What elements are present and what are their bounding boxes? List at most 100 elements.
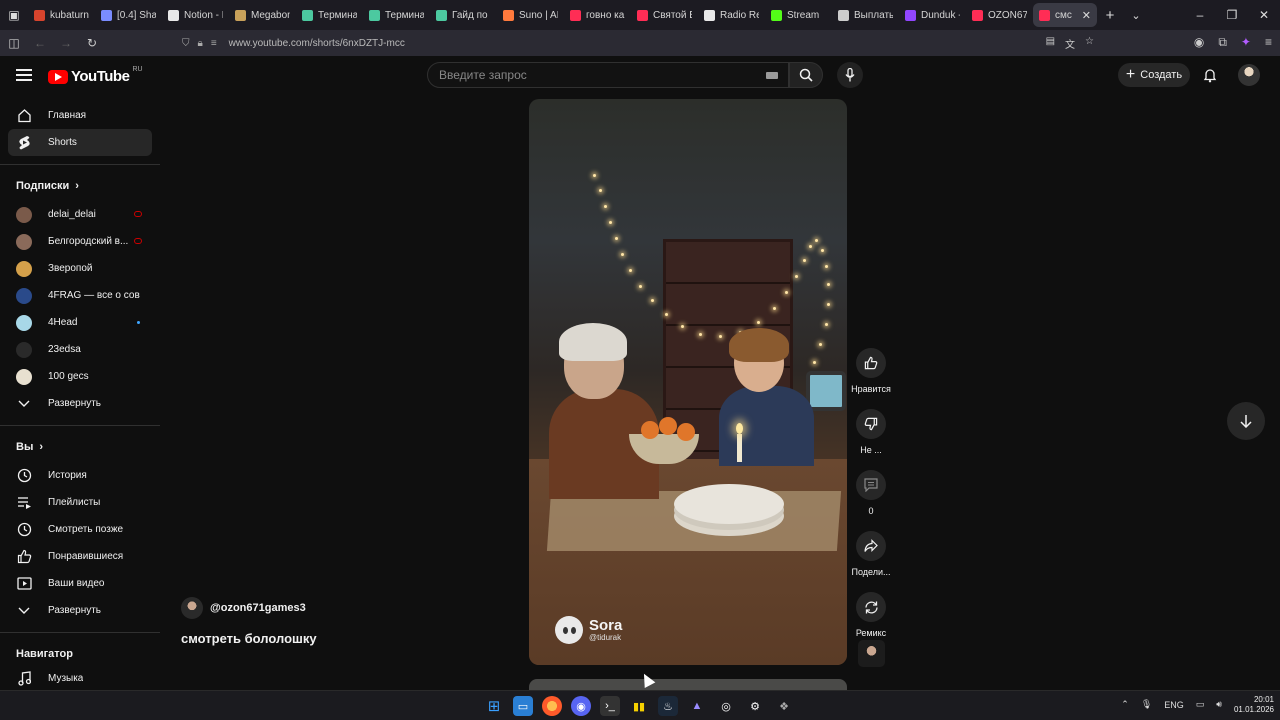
browser-tab[interactable]: Radio Reco: [698, 3, 765, 27]
browser-tab[interactable]: OZON671G: [966, 3, 1033, 27]
browser-tab[interactable]: Suno | AI M: [497, 3, 564, 27]
share-button[interactable]: Подели...: [849, 531, 893, 590]
file-explorer-icon[interactable]: ▭: [513, 696, 533, 716]
account-avatar[interactable]: [1238, 64, 1260, 86]
next-short-button[interactable]: [1227, 402, 1265, 440]
restore-icon[interactable]: ❐: [1216, 0, 1248, 30]
tab-favicon-icon: [369, 9, 380, 21]
discord-icon[interactable]: ◉: [571, 696, 591, 716]
sidebar-toggle-icon[interactable]: ◫: [2, 31, 26, 55]
subscription-item[interactable]: Белгородский в...: [8, 228, 152, 255]
lock-icon[interactable]: 🔒︎: [198, 38, 203, 49]
browser-tab[interactable]: Терминал: [363, 3, 430, 27]
sidebar-item-home[interactable]: Главная: [8, 102, 152, 129]
subscriptions-heading[interactable]: Подписки ›: [0, 171, 160, 201]
short-title[interactable]: смотреть бололошку: [181, 631, 317, 646]
sidebar-item-playlists[interactable]: Плейлисты: [8, 489, 152, 516]
obs-icon[interactable]: ◎: [716, 696, 736, 716]
shield-icon[interactable]: ⛉: [182, 38, 190, 49]
reload-icon[interactable]: ↻: [80, 31, 104, 55]
notifications-bell-icon[interactable]: [1202, 67, 1218, 86]
reader-view-icon[interactable]: ▤: [1046, 36, 1055, 51]
new-tab-button[interactable]: +: [1097, 7, 1123, 24]
steam-icon[interactable]: ♨: [658, 696, 678, 716]
sora-name: Sora: [589, 617, 623, 634]
language-indicator[interactable]: ENG: [1164, 700, 1184, 710]
settings-icon[interactable]: ⚙: [745, 696, 765, 716]
keyboard-icon[interactable]: [766, 72, 778, 79]
browser-tab[interactable]: Гайд по пр: [430, 3, 497, 27]
app-icon[interactable]: ❖: [774, 696, 794, 716]
subscriptions-expand[interactable]: Развернуть: [8, 390, 152, 417]
you-expand[interactable]: Развернуть: [8, 597, 152, 624]
clock[interactable]: 20:01 01.01.2026: [1234, 695, 1274, 714]
proton-icon[interactable]: ▲: [687, 696, 707, 716]
subscription-item[interactable]: Зверопой: [8, 255, 152, 282]
minimize-icon[interactable]: –: [1184, 0, 1216, 30]
subscription-item[interactable]: 23edsa: [8, 336, 152, 363]
tray-chevron-icon[interactable]: ⌃: [1121, 699, 1129, 710]
extensions-icon[interactable]: ⧉: [1218, 35, 1227, 50]
create-button[interactable]: + Создать: [1118, 63, 1190, 87]
yellow-app-icon[interactable]: ▮▮: [629, 696, 649, 716]
tab-strip: kubaturnik [0.4] Sham Notion - L Megabonk Те…: [28, 0, 1097, 30]
tab-manager-icon[interactable]: ▣: [0, 0, 28, 30]
browser-tab[interactable]: Выплаты: [832, 3, 899, 27]
comments-button[interactable]: 0: [849, 470, 893, 529]
channel-handle[interactable]: @ozon671games3: [210, 602, 306, 614]
menu-icon[interactable]: ≡: [1265, 35, 1272, 50]
browser-tab[interactable]: Stream: [765, 3, 832, 27]
browser-tab[interactable]: Notion - L: [162, 3, 229, 27]
hamburger-menu-icon[interactable]: [16, 69, 32, 81]
subscription-item[interactable]: 4FRAG — все о сов...: [8, 282, 152, 309]
back-icon[interactable]: ←: [28, 31, 52, 55]
browser-tab[interactable]: Терминал: [296, 3, 363, 27]
tray-mic-icon[interactable]: 🎙︎: [1141, 699, 1152, 710]
windows-start-icon[interactable]: ⊞: [484, 696, 504, 716]
forward-icon[interactable]: →: [54, 31, 78, 55]
network-icon[interactable]: ▭: [1196, 699, 1205, 710]
search-input[interactable]: Введите запрос: [427, 62, 789, 88]
translate-icon[interactable]: 文: [1065, 36, 1075, 51]
tab-list-chevron-icon[interactable]: ⌄: [1123, 9, 1149, 22]
search-button[interactable]: [789, 62, 823, 88]
browser-tab[interactable]: говно как:: [564, 3, 631, 27]
sidebar-item-shorts[interactable]: Shorts: [8, 129, 152, 156]
browser-tab[interactable]: [0.4] Sham: [95, 3, 162, 27]
like-button[interactable]: Нравится: [849, 348, 893, 407]
channel-thumbnail[interactable]: [858, 640, 885, 667]
subscription-item[interactable]: 4Head: [8, 309, 152, 336]
dislike-button[interactable]: Не ...: [849, 409, 893, 468]
firefox-icon[interactable]: [542, 696, 562, 716]
browser-tab[interactable]: Dunduk -: [899, 3, 966, 27]
permissions-icon[interactable]: ≡: [211, 38, 217, 49]
sidebar-item-watch-later[interactable]: Смотреть позже: [8, 516, 152, 543]
subscription-item[interactable]: delai_delai: [8, 201, 152, 228]
bookmark-star-icon[interactable]: ☆: [1085, 36, 1094, 51]
sidebar-item-your-videos[interactable]: Ваши видео: [8, 570, 152, 597]
close-tab-icon[interactable]: ✕: [1082, 9, 1091, 22]
vpn-icon[interactable]: ◉: [1194, 35, 1204, 50]
url-text[interactable]: www.youtube.com/shorts/6nxDZTJ-mcc: [229, 38, 405, 49]
voice-search-button[interactable]: [837, 62, 863, 88]
you-heading[interactable]: Вы ›: [0, 432, 160, 462]
sidebar-item-liked[interactable]: Понравившиеся: [8, 543, 152, 570]
close-window-icon[interactable]: ✕: [1248, 0, 1280, 30]
channel-avatar[interactable]: [181, 597, 203, 619]
browser-tab[interactable]: смс ✕: [1033, 3, 1097, 27]
volume-icon[interactable]: 🔊︎: [1216, 699, 1222, 710]
sidebar-item-history[interactable]: История: [8, 462, 152, 489]
browser-tab[interactable]: Megabonk: [229, 3, 296, 27]
subscription-item[interactable]: 100 gecs: [8, 363, 152, 390]
tab-favicon-icon: [771, 9, 782, 21]
address-bar[interactable]: ⛉ 🔒︎ ≡ www.youtube.com/shorts/6nxDZTJ-mc…: [176, 33, 1102, 53]
channel-avatar: [16, 233, 32, 250]
browser-tab[interactable]: kubaturnik: [28, 3, 95, 27]
browser-tab[interactable]: Святой Ва: [631, 3, 698, 27]
terminal-icon[interactable]: ›_: [600, 696, 620, 716]
youtube-logo[interactable]: YouTube RU: [48, 66, 143, 85]
sidebar-item-music[interactable]: Музыка: [8, 665, 152, 690]
short-video-player[interactable]: Sora @tidurak: [529, 99, 847, 665]
extension-purple-icon[interactable]: ✦: [1241, 35, 1251, 50]
tab-favicon-icon: [704, 9, 715, 21]
